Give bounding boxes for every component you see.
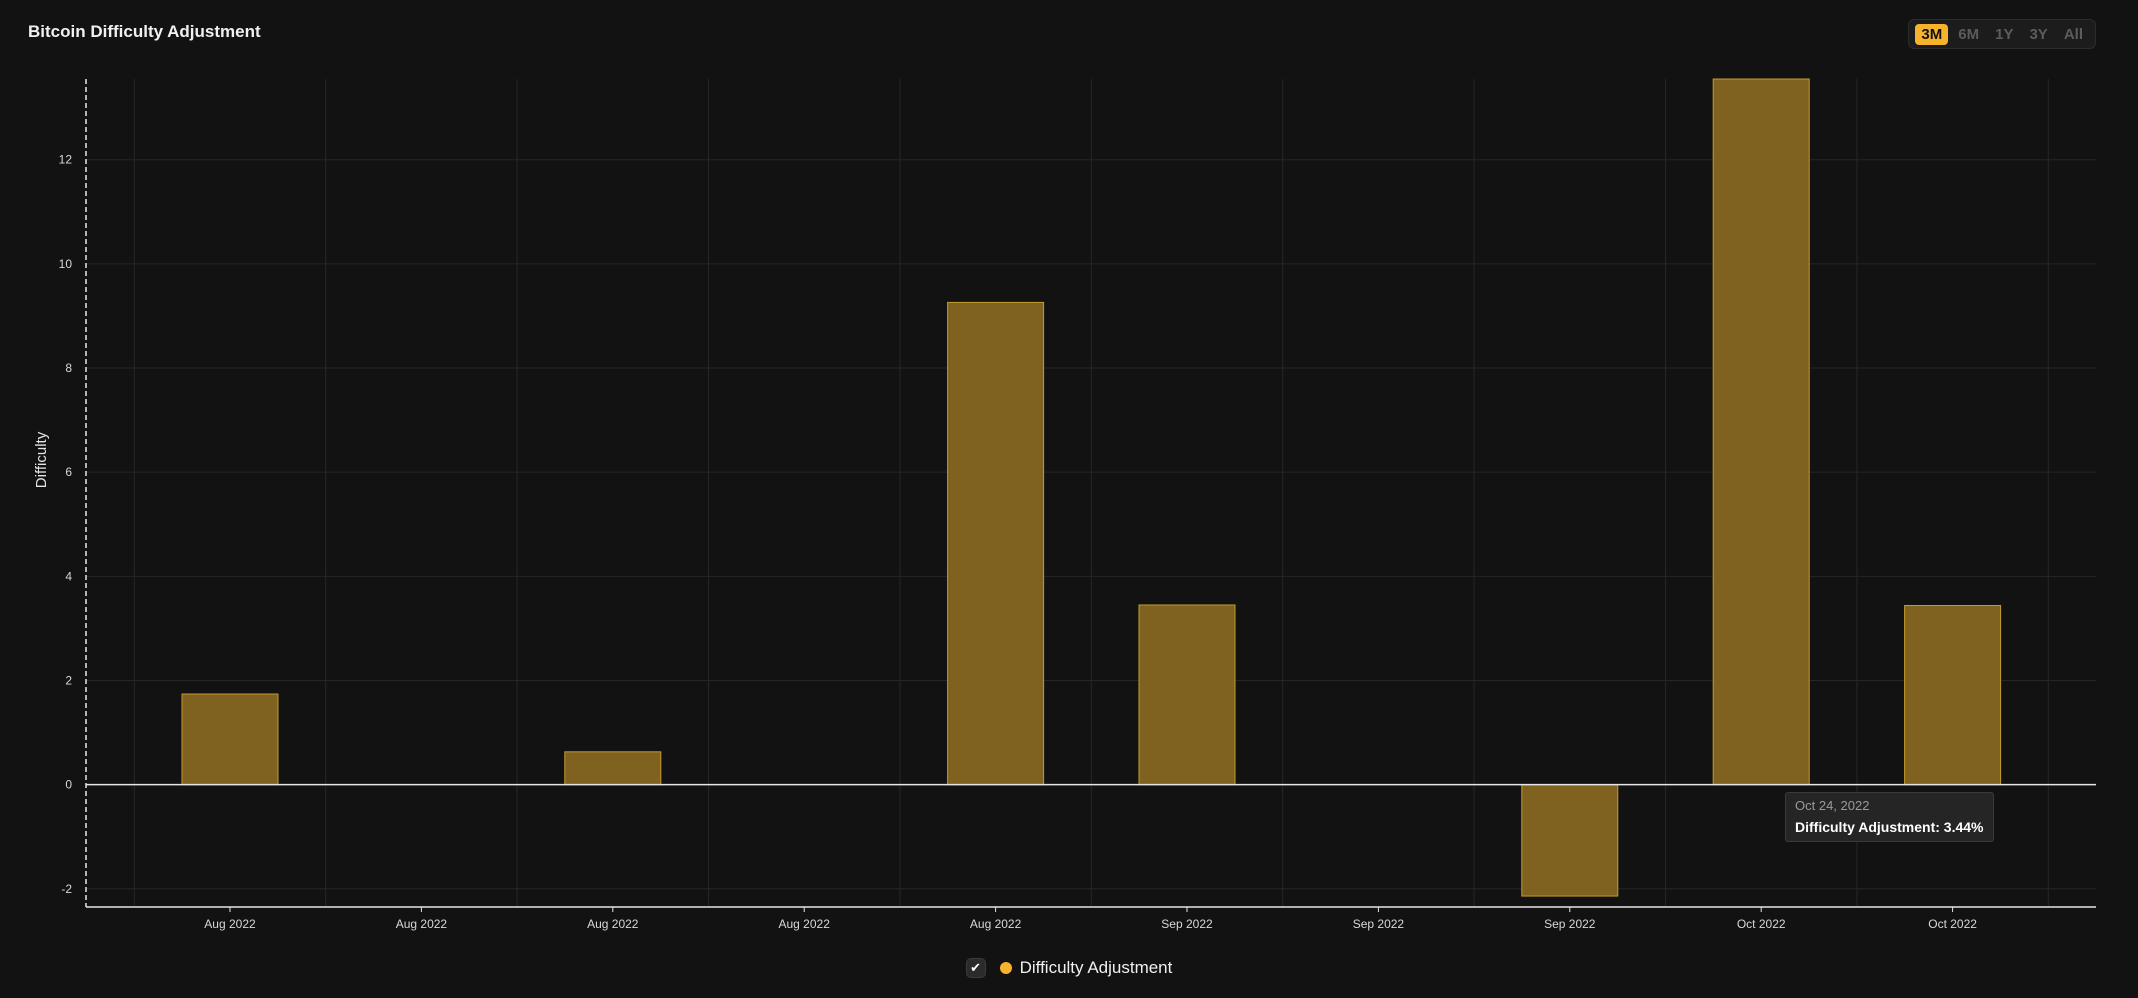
chart-tooltip: Oct 24, 2022 Difficulty Adjustment: 3.44…: [1785, 792, 1994, 842]
bar: [1138, 604, 1236, 786]
x-tick-label: Aug 2022: [779, 917, 831, 931]
x-tick-label: Aug 2022: [587, 917, 639, 931]
x-tick-label: Oct 2022: [1928, 917, 1977, 931]
x-tick-label: Aug 2022: [204, 917, 256, 931]
bar: [564, 751, 662, 786]
x-tick-label: Aug 2022: [396, 917, 448, 931]
y-tick-label: 2: [65, 673, 72, 687]
bar: [181, 693, 279, 786]
x-tick-label: Aug 2022: [970, 917, 1022, 931]
y-axis-title: Difficulty: [33, 431, 50, 488]
y-tick-label: 0: [65, 778, 72, 792]
bar: [1712, 78, 1810, 786]
tooltip-date: Oct 24, 2022: [1795, 798, 1870, 813]
y-tick-label: 8: [65, 361, 72, 375]
y-tick-label: 4: [65, 569, 72, 583]
bar: [1521, 784, 1619, 897]
y-tick-label: 10: [59, 257, 73, 271]
legend-toggle-checkbox[interactable]: ✔: [965, 958, 986, 978]
tooltip-value: Difficulty Adjustment: 3.44%: [1795, 819, 1984, 835]
x-tick-label: Sep 2022: [1161, 917, 1213, 931]
y-tick-label: -2: [61, 882, 72, 896]
bar-chart: -2 0 2 4 6 8 10 12 Aug 2022 Aug 2022 Aug 2022 Aug 2…: [33, 78, 2096, 931]
x-tick-label: Sep 2022: [1353, 917, 1405, 931]
chart-legend: ✔ Difficulty Adjustment: [0, 958, 2138, 978]
legend-label: Difficulty Adjustment: [1019, 958, 1173, 977]
bar: [1904, 604, 2002, 786]
y-tick-label: 12: [59, 153, 73, 167]
x-tick-label: Sep 2022: [1544, 917, 1596, 931]
y-tick-label: 6: [65, 465, 72, 479]
legend-color-dot: [999, 962, 1012, 974]
check-icon: ✔: [970, 960, 982, 975]
bar: [947, 301, 1045, 786]
chart-page: Bitcoin Difficulty Adjustment 3M 6M 1Y 3…: [0, 0, 2138, 998]
x-tick-label: Oct 2022: [1737, 917, 1786, 931]
